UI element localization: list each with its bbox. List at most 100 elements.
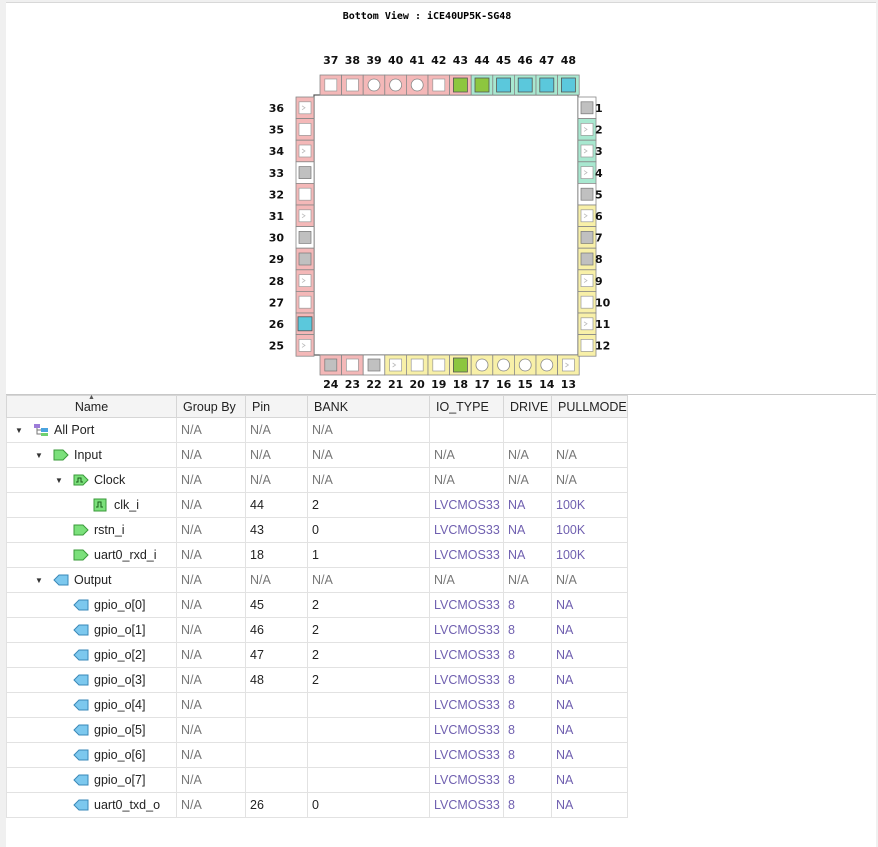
cell-group-by[interactable]: N/A (176, 717, 246, 743)
cell-pin[interactable] (245, 742, 308, 768)
port-name-cell[interactable]: ▼ All Port (6, 417, 177, 443)
table-row[interactable]: ▼ Clock N/A N/A N/A N/A N/A N/A (6, 467, 628, 493)
table-row[interactable]: gpio_o[0] N/A 45 2 LVCMOS33 8 NA (6, 592, 628, 618)
cell-drive[interactable]: 8 (503, 667, 552, 693)
cell-group-by[interactable]: N/A (176, 767, 246, 793)
cell-bank[interactable]: 2 (307, 642, 430, 668)
port-name-cell[interactable]: gpio_o[2] (6, 642, 177, 668)
cell-io-type[interactable] (429, 417, 504, 443)
port-name-cell[interactable]: gpio_o[1] (6, 617, 177, 643)
cell-io-type[interactable]: LVCMOS33 (429, 692, 504, 718)
port-name-cell[interactable]: rstn_i (6, 517, 177, 543)
cell-pin[interactable]: 44 (245, 492, 308, 518)
port-name-cell[interactable]: ▼ Input (6, 442, 177, 468)
cell-pullmode[interactable]: NA (551, 667, 628, 693)
cell-group-by[interactable]: N/A (176, 617, 246, 643)
cell-io-type[interactable]: LVCMOS33 (429, 667, 504, 693)
cell-bank[interactable] (307, 692, 430, 718)
expand-toggle-icon[interactable]: ▼ (33, 451, 45, 460)
port-name-cell[interactable]: gpio_o[7] (6, 767, 177, 793)
cell-pullmode[interactable]: NA (551, 742, 628, 768)
cell-io-type[interactable]: N/A (429, 567, 504, 593)
cell-group-by[interactable]: N/A (176, 792, 246, 818)
expand-toggle-icon[interactable]: ▼ (33, 576, 45, 585)
cell-pullmode[interactable]: N/A (551, 442, 628, 468)
column-header-drive[interactable]: DRIVE (503, 395, 552, 418)
cell-io-type[interactable]: LVCMOS33 (429, 492, 504, 518)
port-name-cell[interactable]: gpio_o[3] (6, 667, 177, 693)
cell-io-type[interactable]: LVCMOS33 (429, 592, 504, 618)
cell-io-type[interactable]: LVCMOS33 (429, 642, 504, 668)
cell-pin[interactable]: N/A (245, 442, 308, 468)
column-header-group-by[interactable]: Group By (176, 395, 246, 418)
cell-drive[interactable]: NA (503, 517, 552, 543)
cell-pin[interactable]: 26 (245, 792, 308, 818)
cell-drive[interactable]: 8 (503, 742, 552, 768)
column-header-pullmode[interactable]: PULLMODE (551, 395, 628, 418)
cell-io-type[interactable]: LVCMOS33 (429, 792, 504, 818)
cell-drive[interactable]: 8 (503, 717, 552, 743)
cell-bank[interactable] (307, 767, 430, 793)
cell-drive[interactable]: NA (503, 542, 552, 568)
cell-pin[interactable]: N/A (245, 417, 308, 443)
cell-drive[interactable]: 8 (503, 617, 552, 643)
cell-pin[interactable]: 45 (245, 592, 308, 618)
cell-io-type[interactable]: LVCMOS33 (429, 767, 504, 793)
cell-pullmode[interactable]: NA (551, 617, 628, 643)
cell-io-type[interactable]: LVCMOS33 (429, 542, 504, 568)
cell-pin[interactable]: 48 (245, 667, 308, 693)
cell-io-type[interactable]: N/A (429, 442, 504, 468)
cell-pullmode[interactable]: NA (551, 642, 628, 668)
port-name-cell[interactable]: gpio_o[5] (6, 717, 177, 743)
table-row[interactable]: ▼ All Port N/A N/A N/A (6, 417, 628, 443)
port-name-cell[interactable]: ▼ Output (6, 567, 177, 593)
cell-pin[interactable]: 47 (245, 642, 308, 668)
table-row[interactable]: uart0_txd_o N/A 26 0 LVCMOS33 8 NA (6, 792, 628, 818)
port-name-cell[interactable]: uart0_rxd_i (6, 542, 177, 568)
cell-group-by[interactable]: N/A (176, 417, 246, 443)
cell-pullmode[interactable]: 100K (551, 492, 628, 518)
port-name-cell[interactable]: gpio_o[4] (6, 692, 177, 718)
table-row[interactable]: gpio_o[2] N/A 47 2 LVCMOS33 8 NA (6, 642, 628, 668)
cell-bank[interactable]: 2 (307, 617, 430, 643)
cell-pin[interactable]: 46 (245, 617, 308, 643)
cell-drive[interactable]: 8 (503, 592, 552, 618)
table-row[interactable]: ▼ Input N/A N/A N/A N/A N/A N/A (6, 442, 628, 468)
cell-io-type[interactable]: LVCMOS33 (429, 517, 504, 543)
cell-pullmode[interactable]: 100K (551, 517, 628, 543)
table-row[interactable]: gpio_o[4] N/A LVCMOS33 8 NA (6, 692, 628, 718)
cell-bank[interactable]: 0 (307, 792, 430, 818)
table-row[interactable]: gpio_o[3] N/A 48 2 LVCMOS33 8 NA (6, 667, 628, 693)
cell-group-by[interactable]: N/A (176, 542, 246, 568)
cell-pullmode[interactable]: N/A (551, 467, 628, 493)
column-header-pin[interactable]: Pin (245, 395, 308, 418)
table-row[interactable]: ▼ Output N/A N/A N/A N/A N/A N/A (6, 567, 628, 593)
cell-bank[interactable]: 1 (307, 542, 430, 568)
cell-pullmode[interactable] (551, 417, 628, 443)
cell-pullmode[interactable]: N/A (551, 567, 628, 593)
cell-drive[interactable]: 8 (503, 792, 552, 818)
cell-pin[interactable] (245, 717, 308, 743)
cell-drive[interactable]: 8 (503, 692, 552, 718)
cell-bank[interactable]: N/A (307, 567, 430, 593)
table-row[interactable]: gpio_o[1] N/A 46 2 LVCMOS33 8 NA (6, 617, 628, 643)
cell-pullmode[interactable]: NA (551, 692, 628, 718)
cell-pullmode[interactable]: NA (551, 792, 628, 818)
port-name-cell[interactable]: ▼ Clock (6, 467, 177, 493)
cell-drive[interactable]: N/A (503, 467, 552, 493)
cell-group-by[interactable]: N/A (176, 492, 246, 518)
cell-group-by[interactable]: N/A (176, 667, 246, 693)
cell-io-type[interactable]: LVCMOS33 (429, 617, 504, 643)
cell-bank[interactable]: 2 (307, 492, 430, 518)
cell-group-by[interactable]: N/A (176, 467, 246, 493)
table-row[interactable]: clk_i N/A 44 2 LVCMOS33 NA 100K (6, 492, 628, 518)
cell-bank[interactable] (307, 717, 430, 743)
cell-drive[interactable]: 8 (503, 642, 552, 668)
cell-drive[interactable] (503, 417, 552, 443)
cell-drive[interactable]: N/A (503, 567, 552, 593)
cell-drive[interactable]: NA (503, 492, 552, 518)
cell-bank[interactable]: 2 (307, 592, 430, 618)
cell-group-by[interactable]: N/A (176, 742, 246, 768)
column-header-io-type[interactable]: IO_TYPE (429, 395, 504, 418)
cell-bank[interactable]: N/A (307, 417, 430, 443)
